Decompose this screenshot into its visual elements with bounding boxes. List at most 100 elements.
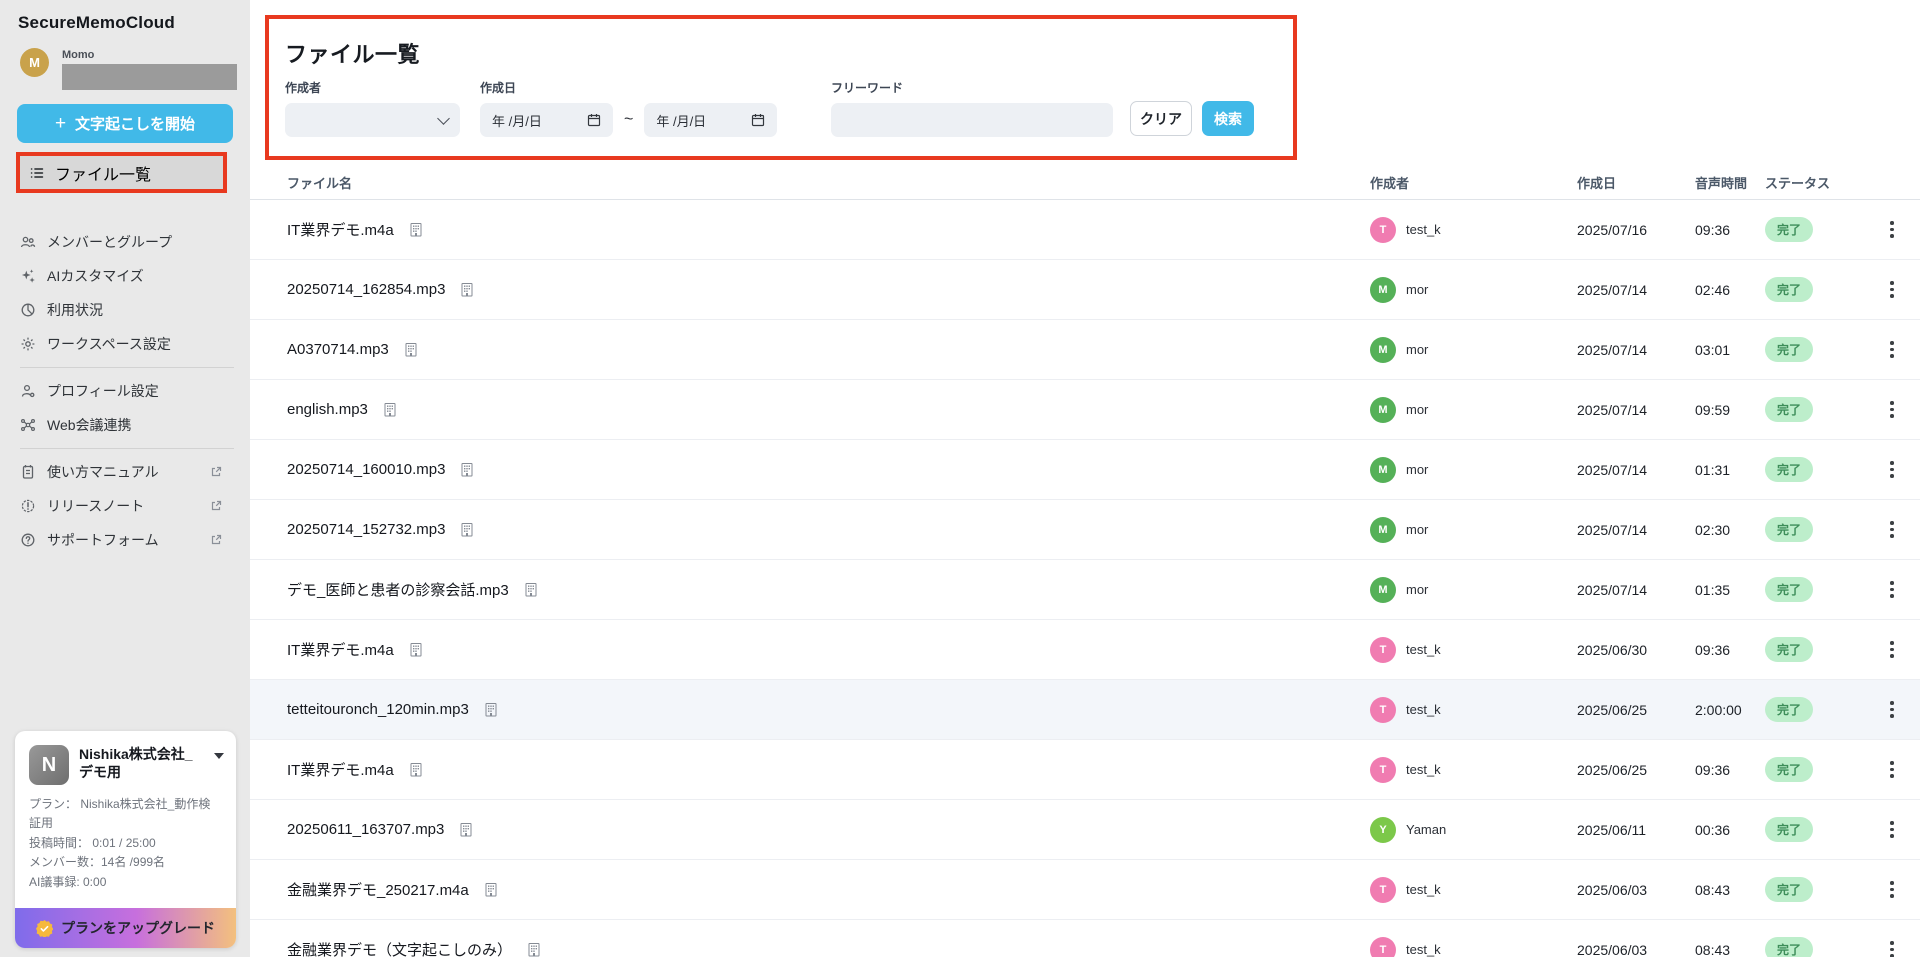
- support-icon: [21, 533, 35, 547]
- sidebar-item-profile-settings[interactable]: プロフィール設定: [20, 374, 234, 408]
- table-row[interactable]: 金融業界デモ（文字起こしのみ） T test_k 2025/06/03 08:4…: [250, 920, 1920, 957]
- workspace-card: N Nishika株式会社_デモ用 プラン： Nishika株式会社_動作検証用…: [15, 731, 236, 948]
- sidebar-item-web-meeting[interactable]: Web会議連携: [20, 408, 234, 442]
- kebab-menu-button[interactable]: [1879, 637, 1905, 663]
- kebab-menu-button[interactable]: [1879, 877, 1905, 903]
- date-from-input[interactable]: 年 /月/日: [480, 103, 613, 137]
- kebab-menu-button[interactable]: [1879, 937, 1905, 957]
- creator-select[interactable]: [285, 103, 460, 137]
- kebab-menu-button[interactable]: [1879, 517, 1905, 543]
- table-row[interactable]: IT業界デモ.m4a T te: [250, 200, 1920, 260]
- file-name[interactable]: IT業界デモ.m4a: [287, 219, 394, 240]
- sidebar-item-label: サポートフォーム: [47, 532, 159, 548]
- table-row[interactable]: tetteitouronch_120min.mp3 T test_k 2025/…: [250, 680, 1920, 740]
- page-title: ファイル一覧: [285, 41, 421, 67]
- creator-avatar: M: [1370, 456, 1396, 483]
- audio-duration: 01:31: [1695, 461, 1731, 478]
- table-row[interactable]: english.mp3 M mor 2025/07/14 09:59 完了: [250, 380, 1920, 440]
- file-name[interactable]: tetteitouronch_120min.mp3: [287, 701, 469, 718]
- table-row[interactable]: IT業界デモ.m4a T te: [250, 620, 1920, 680]
- table-row[interactable]: 金融業界デモ_250217.m4a T test_k 2025/06/03 08…: [250, 860, 1920, 920]
- table-row[interactable]: IT業界デモ.m4a T te: [250, 740, 1920, 800]
- created-date: 2025/06/11: [1577, 821, 1647, 838]
- created-date: 2025/06/30: [1577, 641, 1648, 658]
- sidebar-divider: [20, 367, 234, 368]
- kebab-menu-button[interactable]: [1879, 817, 1905, 843]
- sidebar-item-label: メンバーとグループ: [47, 234, 173, 250]
- table-row[interactable]: 20250611_163707.mp3 Y Yaman 2025/06/11 0…: [250, 800, 1920, 860]
- table-row[interactable]: 20250714_152732.mp3 M mor 2025/07/14 02:…: [250, 500, 1920, 560]
- redacted-bar: [62, 64, 237, 90]
- search-button[interactable]: 検索: [1202, 101, 1254, 136]
- audio-duration: 08:43: [1695, 941, 1731, 957]
- kebab-menu-button[interactable]: [1879, 577, 1905, 603]
- sidebar-item-manual[interactable]: 使い方マニュアル: [20, 455, 234, 489]
- workspace-avatar: N: [29, 745, 69, 785]
- sidebar-item-ai-customize[interactable]: AIカスタマイズ: [20, 259, 234, 293]
- sidebar-item-workspace-settings[interactable]: ワークスペース設定: [20, 327, 234, 361]
- badge-check-icon: [36, 919, 53, 937]
- status-badge: 完了: [1765, 277, 1814, 302]
- table-row[interactable]: A0370714.mp3 M mor 2025/07/14 03:01 完了: [250, 320, 1920, 380]
- column-header-date: 作成日: [1577, 176, 1617, 191]
- created-date: 2025/07/14: [1577, 401, 1648, 418]
- sidebar-item-usage[interactable]: 利用状況: [20, 293, 234, 327]
- kebab-menu-button[interactable]: [1879, 397, 1905, 423]
- audio-duration: 2:00:00: [1695, 701, 1742, 718]
- file-name[interactable]: 20250714_160010.mp3: [287, 461, 445, 478]
- building-icon: [485, 703, 497, 717]
- clear-button[interactable]: クリア: [1130, 101, 1192, 136]
- table-row[interactable]: 20250714_160010.mp3 M mor 2025/07/14 01:…: [250, 440, 1920, 500]
- kebab-menu-button[interactable]: [1879, 337, 1905, 363]
- creator-name: mor: [1406, 342, 1429, 357]
- kebab-menu-button[interactable]: [1879, 457, 1905, 483]
- kebab-menu-button[interactable]: [1879, 217, 1905, 243]
- creator-avatar: M: [1370, 576, 1396, 603]
- manual-icon: [22, 465, 34, 479]
- external-link-icon: [211, 466, 222, 477]
- file-name[interactable]: 20250611_163707.mp3: [287, 821, 444, 838]
- created-date: 2025/06/03: [1577, 881, 1648, 898]
- creator-name: test_k: [1406, 642, 1441, 657]
- status-badge: 完了: [1765, 757, 1814, 782]
- workspace-switcher[interactable]: N Nishika株式会社_デモ用: [15, 731, 236, 791]
- sidebar-item-members[interactable]: メンバーとグループ: [20, 225, 234, 259]
- pie-chart-icon: [21, 303, 35, 317]
- file-name[interactable]: 金融業界デモ_250217.m4a: [287, 879, 469, 900]
- building-icon: [460, 823, 472, 837]
- creator-name: test_k: [1406, 882, 1441, 897]
- status-badge: 完了: [1765, 217, 1814, 242]
- file-name[interactable]: 金融業界デモ（文字起こしのみ）: [287, 939, 512, 957]
- table-header: ファイル名 作成者 作成日 音声時間 ステータス: [250, 166, 1920, 200]
- upgrade-plan-button[interactable]: プランをアップグレード: [15, 908, 236, 948]
- kebab-menu-button[interactable]: [1879, 277, 1905, 303]
- file-name[interactable]: 20250714_152732.mp3: [287, 521, 445, 538]
- file-name[interactable]: english.mp3: [287, 401, 368, 418]
- kebab-menu-button[interactable]: [1879, 757, 1905, 783]
- date-to-input[interactable]: 年 /月/日: [644, 103, 778, 137]
- table-row[interactable]: 20250714_162854.mp3 M mor 2025/07/14 02:…: [250, 260, 1920, 320]
- table-row[interactable]: デモ_医師と患者の診察会話.mp3 M mor 2025/07/14 01:35…: [250, 560, 1920, 620]
- sidebar-item-label: Web会議連携: [47, 417, 132, 433]
- creator-avatar: Y: [1370, 816, 1396, 843]
- start-transcription-button[interactable]: + 文字起こしを開始: [17, 104, 233, 143]
- keyword-input[interactable]: [831, 103, 1113, 137]
- sidebar-item-file-list[interactable]: ファイル一覧: [16, 152, 227, 193]
- file-name[interactable]: IT業界デモ.m4a: [287, 759, 394, 780]
- kebab-menu-button[interactable]: [1879, 697, 1905, 723]
- file-table: IT業界デモ.m4a T test_k 2025/07/16 09:36 完了 …: [250, 200, 1920, 957]
- file-name[interactable]: A0370714.mp3: [287, 341, 389, 358]
- sidebar-item-support-form[interactable]: サポートフォーム: [20, 523, 234, 557]
- status-badge: 完了: [1765, 937, 1814, 957]
- keyword-filter-label: フリーワード: [831, 81, 904, 95]
- file-name[interactable]: IT業界デモ.m4a: [287, 639, 394, 660]
- creator-filter-label: 作成者: [285, 81, 322, 95]
- file-name[interactable]: デモ_医師と患者の診察会話.mp3: [287, 579, 509, 600]
- audio-duration: 00:36: [1695, 821, 1731, 838]
- building-icon: [525, 583, 537, 597]
- creator-name: mor: [1406, 282, 1429, 297]
- created-date: 2025/06/25: [1577, 701, 1648, 718]
- creator-avatar: T: [1370, 756, 1396, 783]
- file-name[interactable]: 20250714_162854.mp3: [287, 281, 445, 298]
- sidebar-item-release-notes[interactable]: リリースノート: [20, 489, 234, 523]
